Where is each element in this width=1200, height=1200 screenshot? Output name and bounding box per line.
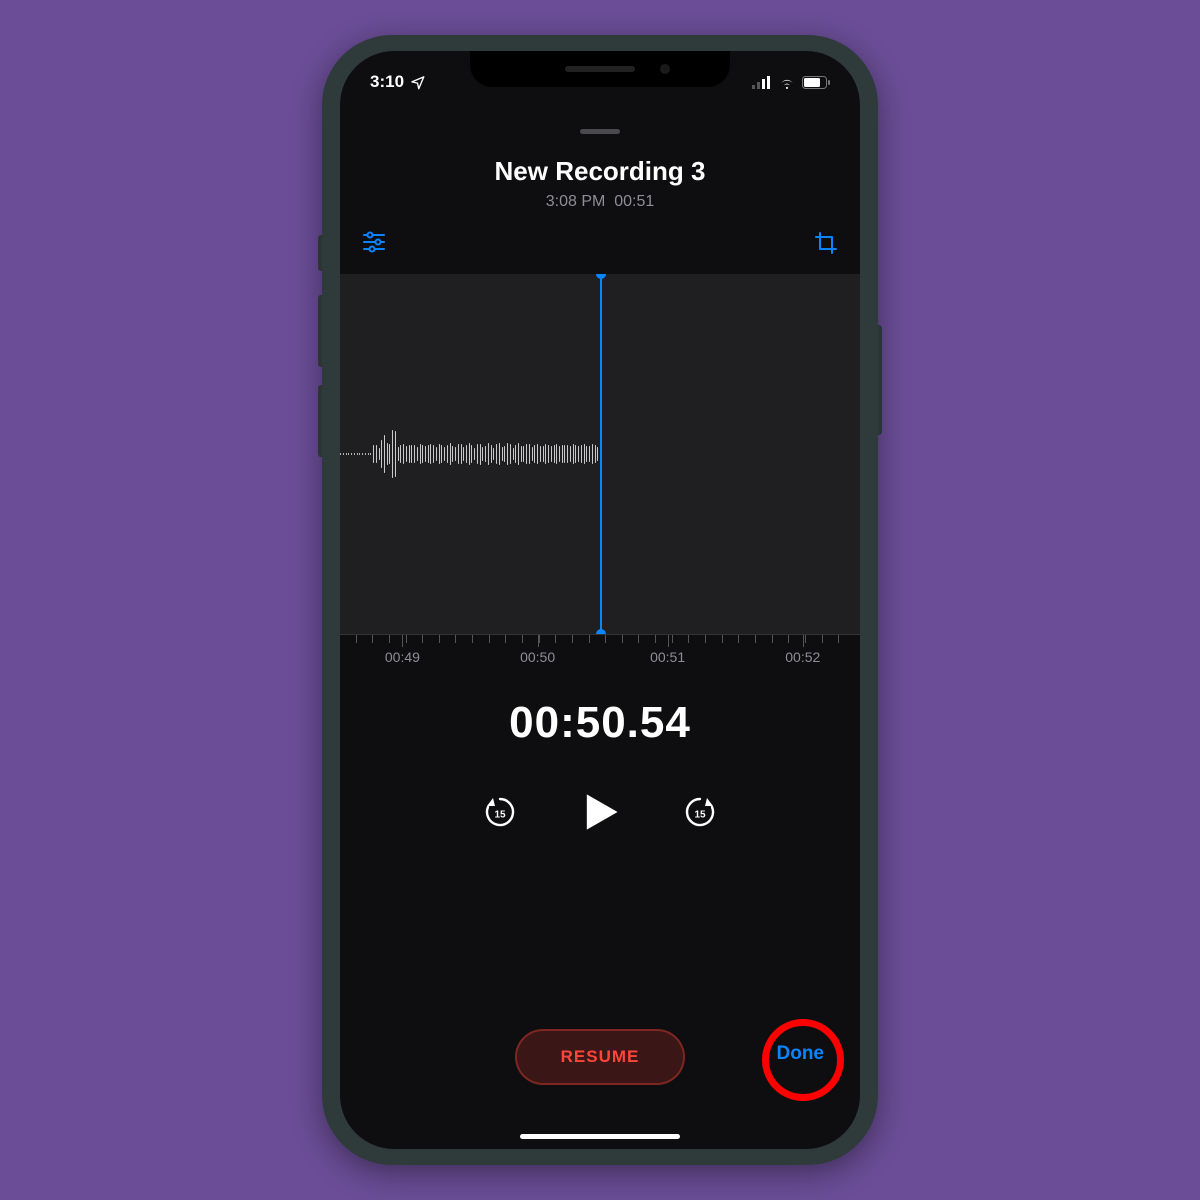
playhead[interactable] — [600, 274, 602, 634]
recording-subtitle: 3:08 PM 00:51 — [340, 193, 860, 211]
timeline-label: 00:50 — [520, 649, 555, 665]
trim-crop-icon[interactable] — [814, 231, 838, 260]
timeline-label: 00:49 — [385, 649, 420, 665]
notch — [470, 51, 730, 87]
skip-forward-15-button[interactable]: 15 — [682, 794, 718, 835]
recorder-panel: New Recording 3 3:08 PM 00:51 — [340, 51, 860, 1149]
sheet-grabber[interactable] — [580, 129, 620, 134]
bottom-bar: RESUME Done — [340, 1029, 860, 1119]
playback-controls: 15 15 — [340, 790, 860, 839]
recording-title[interactable]: New Recording 3 — [340, 156, 860, 187]
done-button[interactable]: Done — [777, 1043, 825, 1065]
play-button[interactable] — [578, 790, 622, 839]
resume-button[interactable]: RESUME — [515, 1029, 685, 1085]
waveform — [340, 414, 600, 494]
side-button — [878, 325, 882, 435]
side-button — [318, 385, 322, 457]
skip-back-15-button[interactable]: 15 — [482, 794, 518, 835]
side-button — [318, 295, 322, 367]
front-camera — [660, 64, 670, 74]
timeline-ruler[interactable]: 00:49 00:50 00:51 00:52 — [340, 634, 860, 668]
timeline-label: 00:51 — [650, 649, 685, 665]
settings-sliders-icon[interactable] — [362, 231, 386, 260]
battery-icon — [802, 76, 830, 89]
location-icon — [410, 75, 425, 90]
status-time: 3:10 — [370, 72, 404, 92]
timeline-label: 00:52 — [785, 649, 820, 665]
recording-created-time: 3:08 PM — [546, 193, 606, 210]
skip-back-seconds-label: 15 — [494, 809, 505, 820]
cellular-icon — [752, 76, 772, 89]
screen: 3:10 New Recording 3 3:08 PM 00:51 — [340, 51, 860, 1149]
recording-duration: 00:51 — [614, 193, 654, 210]
wifi-icon — [778, 76, 796, 89]
side-button — [318, 235, 322, 271]
home-indicator[interactable] — [520, 1134, 680, 1139]
playback-timer: 00:50.54 — [340, 698, 860, 748]
phone-frame: 3:10 New Recording 3 3:08 PM 00:51 — [322, 35, 878, 1165]
waveform-area[interactable] — [340, 274, 860, 634]
speaker-slot — [565, 66, 635, 72]
edit-toolbar — [340, 211, 860, 274]
skip-forward-seconds-label: 15 — [694, 809, 705, 820]
